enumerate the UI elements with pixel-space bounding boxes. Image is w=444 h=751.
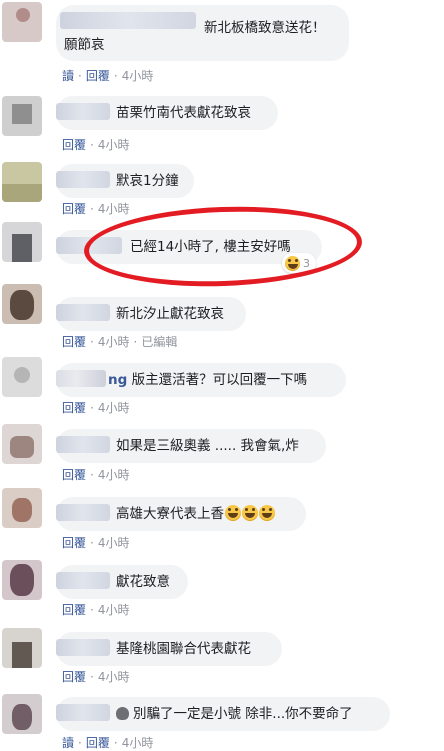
avatar[interactable] [2,424,42,464]
reply-link[interactable]: 回覆 [62,534,86,551]
timestamp[interactable]: 4小時 [98,668,130,685]
comment-text: 如果是三級奧義 ..... 我會氣,炸 [116,438,299,454]
comment-bubble: 苗栗竹南代表獻花致哀 [56,96,278,130]
comment-bubble: 新北汐止獻花致哀 [56,297,246,331]
laugh-emoji-icon [242,505,258,521]
comment-bubble: 獻花致意 [56,565,188,599]
comment-text: 別騙了一定是小號 除非...你不要命了 [116,705,353,723]
reaction-count-badge[interactable]: 3 [282,253,316,273]
comment-meta: 回覆 · 4小時 [62,466,130,483]
reply-link[interactable]: 回覆 [62,333,86,350]
author-name[interactable] [56,237,122,254]
avatar[interactable] [2,560,42,600]
author-name[interactable] [56,436,110,453]
comment-body: 版主還活著？可以回覆一下嗎 [131,372,308,388]
comment-text: 新北板橋致意送花！ [204,20,326,36]
comment-text: ng 版主還活著？可以回覆一下嗎 [108,371,307,389]
timestamp[interactable]: 4小時 [98,399,130,416]
comment-text: 高雄大寮代表上香 [116,505,275,523]
avatar[interactable] [2,96,42,136]
timestamp[interactable]: 4小時 [122,734,154,751]
laugh-emoji-icon [259,505,275,521]
comment-text: 已經14小時了, 樓主安好嗎 [130,239,291,255]
reply-link[interactable]: 回覆 [86,67,110,84]
avatar[interactable] [2,162,42,202]
timestamp[interactable]: 4小時 [98,136,130,153]
author-name[interactable] [56,171,110,188]
avatar[interactable] [2,222,42,262]
laugh-emoji-icon [225,505,241,521]
avatar[interactable] [2,628,42,668]
comment-body: 別騙了一定是小號 除非...你不要命了 [133,706,353,722]
comment-bubble: 高雄大寮代表上香 [56,497,306,531]
avatar[interactable] [2,2,42,42]
reply-link[interactable]: 回覆 [62,136,86,153]
comment-text: 苗栗竹南代表獻花致哀 [116,105,251,121]
hand-emoji-icon [116,707,129,720]
edited-label[interactable]: 已編輯 [141,333,177,350]
comment-meta: 回覆 · 4小時 · 已編輯 [62,333,178,350]
reaction-count: 3 [303,256,310,270]
reply-link[interactable]: 回覆 [62,466,86,483]
comment-text: 獻花致意 [116,574,170,590]
author-name-fragment[interactable]: ng [108,372,127,388]
author-name[interactable] [56,504,110,521]
author-name[interactable] [56,704,110,721]
comment-meta: 回覆 · 4小時 [62,601,130,618]
avatar[interactable] [2,694,42,734]
comment-meta: 回覆 · 4小時 [62,668,130,685]
reply-link[interactable]: 回覆 [62,200,86,217]
timestamp[interactable]: 4小時 [98,601,130,618]
comment-bubble: 新北板橋致意送花！ 願節哀 [56,5,349,61]
reply-link[interactable]: 回覆 [62,668,86,685]
avatar[interactable] [2,488,42,528]
author-name[interactable] [60,12,196,29]
comment-bubble: 如果是三級奧義 ..... 我會氣,炸 [56,429,326,463]
comment-meta: 回覆 · 4小時 [62,136,130,153]
avatar[interactable] [2,357,42,397]
timestamp[interactable]: 4小時 [98,200,130,217]
reply-link[interactable]: 回覆 [62,399,86,416]
comment-meta: 讀 · 回覆 · 4小時 [62,67,154,84]
comment-bubble: ng 版主還活著？可以回覆一下嗎 [56,363,346,397]
author-name[interactable] [56,572,110,589]
comment-text-line2: 願節哀 [64,37,105,53]
reply-link[interactable]: 回覆 [86,734,110,751]
comment-bubble: 默哀1分鐘 [56,164,194,198]
read-link[interactable]: 讀 [62,67,74,84]
comment-text: 默哀1分鐘 [116,173,179,189]
timestamp[interactable]: 4小時 [98,466,130,483]
timestamp[interactable]: 4小時 [98,333,130,350]
comment-meta: 回覆 · 4小時 [62,399,130,416]
comment-bubble: 基隆桃園聯合代表獻花 [56,632,282,666]
timestamp[interactable]: 4小時 [98,534,130,551]
comment-meta: 回覆 · 4小時 [62,534,130,551]
author-name[interactable] [56,639,110,656]
avatar[interactable] [2,284,42,324]
comment-text: 基隆桃園聯合代表獻花 [116,641,251,657]
author-name[interactable] [56,103,110,120]
timestamp[interactable]: 4小時 [122,67,154,84]
comment-body: 高雄大寮代表上香 [116,506,224,522]
reply-link[interactable]: 回覆 [62,601,86,618]
comment-meta: 回覆 · 4小時 [62,200,130,217]
comment-text: 新北汐止獻花致哀 [116,306,224,322]
author-name[interactable] [56,304,110,321]
comment-bubble: 別騙了一定是小號 除非...你不要命了 [56,697,390,731]
author-name[interactable] [56,370,106,387]
comment-meta: 讀 · 回覆 · 4小時 [62,734,154,751]
laugh-reaction-icon [285,255,300,271]
read-link[interactable]: 讀 [62,734,74,751]
